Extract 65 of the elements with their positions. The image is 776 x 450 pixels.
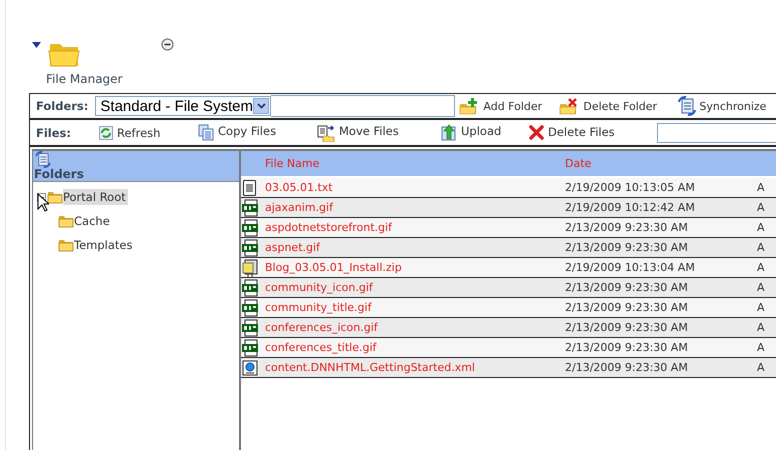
- date-cell-text: 2/13/2009 9:23:30 AM: [565, 321, 689, 334]
- attribute-cell-text: A: [757, 321, 766, 334]
- date-cell-text: 2/19/2009 10:12:42 AM: [565, 201, 696, 214]
- file-name-link[interactable]: community_title.gif: [265, 301, 565, 314]
- file-name-link[interactable]: content.DNNHTML.GettingStarted.xml: [265, 361, 565, 374]
- module-title: File Manager: [46, 72, 122, 86]
- synchronize-button[interactable]: Synchronize: [677, 96, 766, 116]
- zip-file-icon: [242, 258, 260, 276]
- copy-files-icon: [198, 124, 214, 141]
- mouse-pointer-icon: [37, 193, 49, 212]
- attribute-cell-text: A: [757, 341, 766, 354]
- attribute-cell-text: A: [757, 181, 766, 194]
- date-cell-text: 2/13/2009 9:23:30 AM: [565, 301, 689, 314]
- delete-folder-icon: [559, 98, 580, 114]
- file-name-link[interactable]: conferences_title.gif: [265, 341, 565, 354]
- file-name-link[interactable]: ajaxanim.gif: [265, 201, 565, 214]
- upload-button[interactable]: Upload: [441, 124, 529, 141]
- move-files-icon: [317, 124, 335, 142]
- add-folder-button[interactable]: Add Folder: [459, 98, 560, 114]
- file-name-link[interactable]: aspnet.gif: [265, 241, 565, 254]
- delete-folder-button[interactable]: Delete Folder: [559, 98, 678, 114]
- date-cell-text: 2/13/2009 9:23:30 AM: [565, 341, 689, 354]
- collapse-arrow-icon[interactable]: [32, 42, 41, 48]
- refresh-button[interactable]: Refresh: [99, 126, 198, 140]
- date-cell-text: 2/19/2009 10:13:05 AM: [565, 181, 696, 194]
- search-field[interactable]: [657, 122, 776, 142]
- file-name-link[interactable]: Blog_03.05.01_Install.zip: [265, 261, 565, 274]
- synchronize-icon: [677, 96, 698, 116]
- folder-item[interactable]: Templates: [74, 237, 134, 253]
- delete-files-button[interactable]: Delete Files: [529, 125, 657, 140]
- attribute-cell-text: A: [757, 281, 766, 294]
- move-files-button[interactable]: Move Files: [317, 124, 441, 142]
- date-cell-text: 2/13/2009 9:23:30 AM: [565, 281, 689, 294]
- attribute-cell-text: A: [757, 361, 766, 374]
- attribute-cell-text: A: [757, 261, 766, 274]
- synchronize-icon: [34, 151, 52, 168]
- attribute-cell-text: A: [757, 241, 766, 254]
- attribute-cell-text: A: [757, 301, 766, 314]
- xml-file-icon: [242, 360, 258, 376]
- date-cell-text: 2/13/2009 9:23:30 AM: [565, 241, 689, 254]
- path-field[interactable]: [271, 95, 456, 117]
- upload-icon: [441, 124, 457, 141]
- folder-item[interactable]: Portal Root: [63, 189, 128, 205]
- attribute-cell-text: A: [757, 221, 766, 234]
- folder-icon: [47, 190, 63, 204]
- folder-icon: [58, 238, 74, 252]
- refresh-icon: [99, 126, 113, 140]
- storage-dropdown[interactable]: Standard - File System: [95, 96, 272, 116]
- add-folder-icon: [459, 98, 480, 114]
- folders-label: Folders:: [35, 99, 88, 113]
- date-cell-text: 2/19/2009 10:13:04 AM: [565, 261, 696, 274]
- copy-files-button[interactable]: Copy Files: [198, 124, 317, 141]
- date-cell-text: 2/13/2009 9:23:30 AM: [565, 221, 689, 234]
- folder-icon: [58, 214, 74, 228]
- folder-item[interactable]: Cache: [74, 213, 112, 229]
- file-name-link[interactable]: conferences_icon.gif: [265, 321, 565, 334]
- file-name-link[interactable]: aspdotnetstorefront.gif: [265, 221, 565, 234]
- tree-title: Folders: [34, 168, 85, 181]
- delete-icon: [529, 125, 544, 140]
- date-cell-text: 2/13/2009 9:23:30 AM: [565, 361, 689, 374]
- file-name-link[interactable]: 03.05.01.txt: [265, 181, 565, 194]
- files-label: Files:: [35, 126, 72, 140]
- minimize-icon[interactable]: [161, 38, 174, 51]
- file-name-link[interactable]: community_icon.gif: [265, 281, 565, 294]
- attribute-cell-text: A: [757, 201, 766, 214]
